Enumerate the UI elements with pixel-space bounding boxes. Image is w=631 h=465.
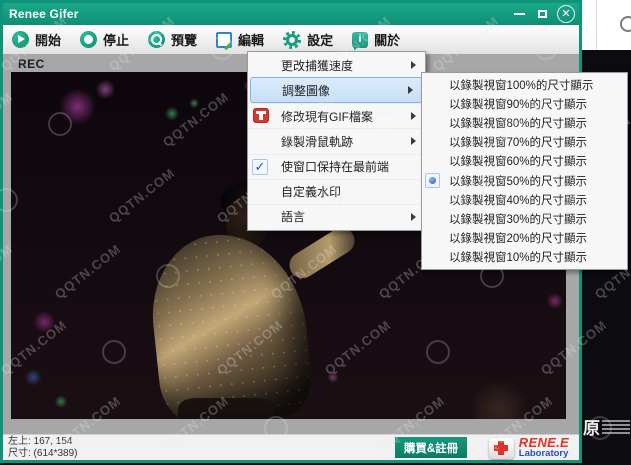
capture-coordinates: 左上: 167, 154 尺寸: (614*389): [8, 436, 77, 460]
menu-item-modify-gif[interactable]: 修改現有GIF檔案: [248, 103, 425, 128]
titlebar[interactable]: Renee Gifer ✕: [3, 3, 579, 25]
display-size-submenu: 以錄製視窗100%的尺寸顯示 以錄製視窗90%的尺寸顯示 以錄製視窗80%的尺寸…: [421, 72, 628, 270]
buy-register-button[interactable]: 購買&註冊: [395, 437, 467, 458]
status-bar: 左上: 167, 154 尺寸: (614*389) 購買&註冊 RENE.E …: [3, 434, 579, 460]
preview-button[interactable]: 預覽: [148, 30, 197, 49]
submenu-item-10[interactable]: 以錄製視窗10%的尺寸顯示: [422, 248, 627, 267]
submenu-item-30[interactable]: 以錄製視窗30%的尺寸顯示: [422, 209, 627, 228]
menu-item-custom-watermark[interactable]: 自定義水印: [248, 179, 425, 204]
edit-button[interactable]: 編輯: [216, 30, 264, 49]
submenu-arrow-icon: [411, 112, 416, 120]
menu-item-language[interactable]: 語言: [248, 204, 425, 229]
submenu-arrow-icon: [411, 137, 416, 145]
brand-logo: RENE.E Laboratory: [489, 435, 569, 461]
submenu-item-40[interactable]: 以錄製視窗40%的尺寸顯示: [422, 190, 627, 209]
maximize-button[interactable]: [534, 6, 550, 22]
close-button[interactable]: ✕: [557, 5, 575, 23]
brand-subtitle: Laboratory: [519, 449, 569, 459]
menu-item-capture-speed[interactable]: 更改捕獲速度: [248, 53, 425, 77]
minimize-button[interactable]: [511, 6, 527, 22]
settings-button[interactable]: 設定: [283, 30, 333, 49]
start-button[interactable]: 開始: [12, 30, 61, 49]
submenu-item-80[interactable]: 以錄製視窗80%的尺寸顯示: [422, 113, 627, 132]
background-site-text: 原: [583, 414, 600, 439]
about-icon: i: [352, 32, 368, 48]
stop-button[interactable]: 停止: [80, 30, 129, 49]
settings-menu: 更改捕獲速度 調整圖像 修改現有GIF檔案 錄製滑鼠軌跡 ✓ 使窗口保持在最前端…: [247, 51, 426, 231]
background-header-divider: [596, 0, 597, 50]
performer-arm: [285, 223, 360, 283]
menu-item-adjust-image[interactable]: 調整圖像: [250, 77, 423, 103]
submenu-arrow-icon: [411, 61, 416, 69]
submenu-item-60[interactable]: 以錄製視窗60%的尺寸顯示: [422, 152, 627, 171]
submenu-item-20[interactable]: 以錄製視窗20%的尺寸顯示: [422, 229, 627, 248]
rec-indicator: REC: [18, 57, 45, 71]
submenu-item-90[interactable]: 以錄製視窗90%的尺寸顯示: [422, 94, 627, 113]
edit-icon: [216, 32, 232, 48]
submenu-arrow-icon: [408, 86, 413, 94]
gif-file-icon: [254, 109, 268, 122]
submenu-item-50[interactable]: 以錄製視窗50%的尺寸顯示: [422, 171, 627, 190]
capture-size: 尺寸: (614*389): [8, 448, 77, 460]
performer-legs: [178, 398, 274, 419]
check-icon: ✓: [252, 159, 268, 175]
background-page-header: [582, 0, 631, 51]
window-title: Renee Gifer: [9, 7, 79, 21]
menu-item-mouse-trail[interactable]: 錄製滑鼠軌跡: [248, 128, 425, 153]
search-icon: [620, 16, 631, 32]
stop-icon: [80, 31, 97, 48]
radio-selected-icon: [425, 173, 440, 188]
submenu-item-100[interactable]: 以錄製視窗100%的尺寸顯示: [422, 75, 627, 94]
submenu-item-70[interactable]: 以錄製視窗70%的尺寸顯示: [422, 133, 627, 152]
about-button[interactable]: i 關於: [352, 30, 400, 49]
menu-item-keep-on-top[interactable]: ✓ 使窗口保持在最前端: [248, 154, 425, 179]
submenu-arrow-icon: [411, 213, 416, 221]
window-controls: ✕: [511, 5, 575, 23]
play-icon: [12, 31, 29, 48]
preview-icon: [148, 31, 165, 48]
background-fine-print: [602, 418, 630, 436]
settings-icon: [283, 31, 301, 49]
red-cross-icon: [489, 438, 514, 459]
coordinates-top-left: 左上: 167, 154: [8, 436, 77, 448]
performer-jacket: [145, 227, 316, 419]
